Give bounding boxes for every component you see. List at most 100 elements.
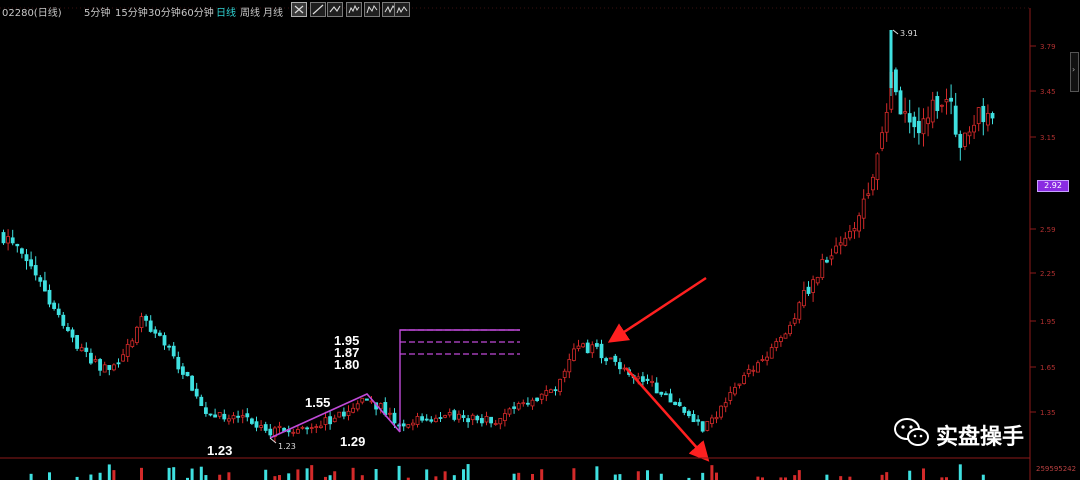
candle (112, 363, 116, 372)
polyline-tool-icon[interactable] (327, 2, 343, 17)
candle (387, 407, 392, 420)
candle (751, 365, 756, 377)
candle (263, 421, 268, 433)
candle (958, 130, 963, 161)
chart-canvas[interactable]: 3.79 3.45 3.15 2.59 2.25 1.95 1.65 1.35 3.91 1.… (0, 0, 1080, 480)
period-5min[interactable]: 5分钟 (84, 4, 110, 19)
cursor-tool-icon[interactable] (291, 2, 307, 17)
candle (742, 372, 746, 385)
candle (125, 338, 130, 362)
wave-tool-icon[interactable] (364, 2, 380, 17)
candle (990, 111, 995, 125)
wave-tool-icon[interactable] (346, 2, 362, 17)
volume-value: 259595242 (1036, 465, 1077, 473)
wave-tool-icon[interactable] (394, 2, 410, 17)
candle (581, 342, 585, 348)
period-15min[interactable]: 15分钟 (115, 4, 148, 19)
candle (590, 341, 595, 358)
candle (61, 311, 66, 329)
candle (733, 382, 737, 397)
volume-bar (756, 476, 760, 480)
candle (84, 342, 89, 358)
volume-bar (825, 474, 829, 480)
volume-bar (462, 469, 465, 480)
candle (75, 334, 79, 352)
candle (185, 371, 190, 377)
volume-bar (512, 473, 516, 480)
candle (935, 91, 940, 119)
candle (102, 361, 107, 373)
volume-bar (636, 471, 640, 480)
candle (572, 343, 576, 362)
volume-bar (443, 471, 447, 480)
candle (466, 414, 471, 428)
candle (677, 398, 682, 407)
candle (29, 251, 34, 270)
annotation-target-3: 1.80 (334, 357, 360, 372)
candle (502, 408, 507, 427)
volume-bar (48, 472, 51, 480)
candle (171, 342, 176, 359)
panel-expand-handle[interactable]: › (1070, 52, 1079, 92)
volume-bar (273, 476, 277, 480)
candle (447, 408, 452, 418)
candle (167, 344, 172, 351)
candle (1, 229, 6, 245)
candle (337, 411, 342, 418)
candle (19, 247, 24, 259)
volume-bar (659, 473, 663, 480)
candle (249, 417, 254, 425)
kline-chart[interactable]: 3.79 3.45 3.15 2.59 2.25 1.95 1.65 1.35 3.91 1.… (0, 0, 1080, 480)
candle (866, 182, 871, 199)
candle (277, 421, 282, 434)
period-30min[interactable]: 30分钟 (148, 4, 181, 19)
candle (443, 414, 448, 419)
candle (944, 88, 949, 115)
candle (848, 224, 852, 241)
candle (438, 412, 443, 422)
volume-bar (839, 476, 843, 480)
period-60min[interactable]: 60分钟 (181, 4, 214, 19)
candle (553, 386, 558, 396)
candle (286, 425, 291, 437)
price-tick-label: 2.59 (1040, 226, 1056, 234)
candle (332, 414, 337, 423)
candle (622, 364, 627, 372)
candle (861, 189, 866, 230)
candle (157, 330, 162, 337)
line-tool-icon[interactable] (310, 2, 326, 17)
candle (723, 397, 728, 413)
candle (498, 418, 503, 430)
candle (355, 400, 360, 412)
volume-bar (848, 476, 852, 480)
volume-bar (167, 467, 171, 480)
candle (788, 321, 792, 337)
watermark-text: 实盘操手 (936, 425, 1025, 450)
candle (121, 348, 125, 362)
candle (544, 385, 549, 402)
period-weekly[interactable]: 周线 (240, 4, 260, 19)
volume-bar (646, 470, 649, 480)
candle (433, 414, 438, 423)
candle (792, 313, 797, 327)
volume-bar (531, 473, 534, 480)
candle (921, 108, 926, 147)
high-spike-body (889, 30, 893, 88)
candle (981, 98, 986, 136)
candle (949, 84, 953, 115)
volume-bar (425, 469, 429, 480)
period-monthly[interactable]: 月线 (263, 4, 283, 19)
volume-bar (715, 472, 718, 480)
annotation-pullback-low: 1.29 (340, 434, 366, 449)
candle (940, 104, 944, 113)
candle (66, 322, 70, 333)
candle (774, 338, 779, 352)
candle (765, 351, 769, 366)
annotation-swing-high: 1.55 (305, 395, 331, 410)
candle (512, 401, 516, 414)
volume-bar (880, 474, 884, 480)
candle (967, 126, 972, 145)
candle (797, 300, 802, 324)
period-daily[interactable]: 日线 (216, 4, 236, 19)
candle (963, 132, 967, 151)
